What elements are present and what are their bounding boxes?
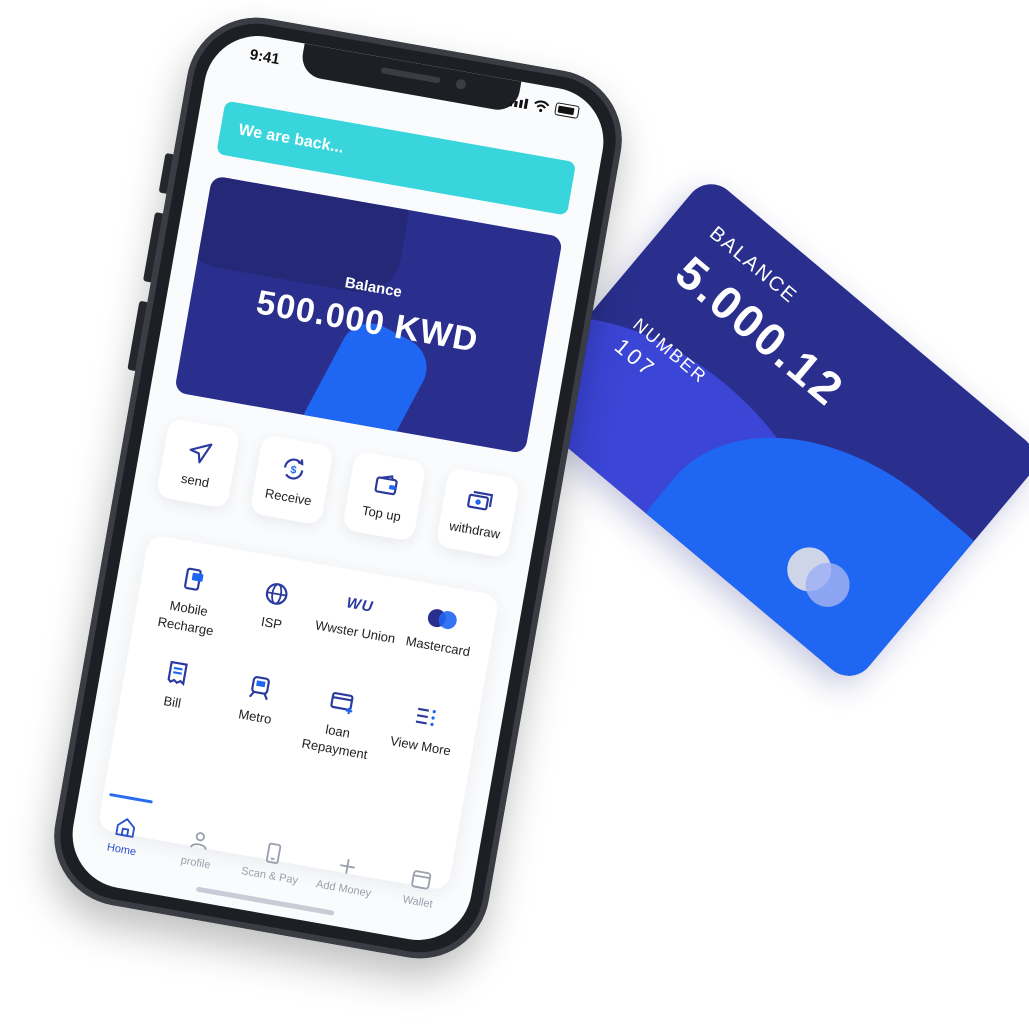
service-label: Mobile Recharge — [156, 597, 215, 638]
service-label: loan Repayment — [300, 721, 369, 762]
tab-home[interactable]: Home — [79, 783, 167, 894]
tab-label: Scan & Pay — [240, 865, 299, 887]
withdraw-label: withdraw — [448, 517, 502, 542]
home-icon — [114, 818, 135, 838]
phone-icon — [265, 842, 282, 864]
cash-icon — [467, 490, 494, 510]
wifi-icon — [534, 99, 550, 112]
signal-icon — [509, 96, 529, 109]
list-icon — [415, 707, 436, 727]
phone-mockup: 9:41 We are back... Balance 500.000 KWD … — [43, 6, 633, 970]
service-label: Wwster Union — [314, 617, 397, 647]
globe-icon — [265, 583, 288, 605]
app-screen: 9:41 We are back... Balance 500.000 KWD … — [64, 27, 612, 949]
service-metro[interactable]: Metro — [209, 668, 304, 751]
send-button[interactable]: send — [155, 417, 241, 509]
wallet-icon — [374, 474, 399, 495]
service-mastercard[interactable]: Mastercard — [391, 603, 486, 686]
services-grid: Mobile Recharge ISP WU Wwster Union Mast… — [126, 559, 485, 779]
service-label: ISP — [259, 613, 284, 633]
service-label: View More — [389, 733, 452, 759]
receive-label: Receive — [263, 485, 313, 508]
mobile-recharge-icon — [184, 567, 204, 591]
tab-wallet[interactable]: Wallet — [376, 835, 464, 946]
service-mobile-recharge[interactable]: Mobile Recharge — [143, 559, 238, 642]
withdraw-button[interactable]: withdraw — [435, 467, 521, 559]
card-add-icon — [330, 692, 354, 715]
tab-label: profile — [179, 854, 212, 872]
service-bill[interactable]: Bill — [126, 653, 221, 736]
battery-icon — [554, 102, 580, 120]
receive-icon: $ — [283, 457, 304, 479]
tab-add-money[interactable]: Add Money — [302, 822, 390, 933]
receipt-icon — [167, 660, 188, 687]
mastercard-logo — [426, 607, 459, 633]
tab-label: Home — [105, 841, 137, 859]
status-icons — [509, 94, 580, 120]
tab-label: Wallet — [401, 893, 434, 911]
service-label: Metro — [237, 706, 273, 727]
service-western-union[interactable]: WU Wwster Union — [308, 588, 403, 671]
plus-icon — [340, 859, 355, 874]
svg-text:$: $ — [289, 463, 297, 476]
tab-label: Add Money — [315, 878, 373, 900]
send-icon — [189, 443, 213, 463]
train-icon — [248, 676, 270, 701]
service-isp[interactable]: ISP — [226, 574, 321, 657]
service-label: Bill — [162, 693, 183, 711]
receive-button[interactable]: $ Receive — [248, 434, 334, 526]
western-union-logo: WU — [345, 594, 375, 616]
service-loan-repayment[interactable]: loan Repayment — [292, 682, 387, 765]
service-label: Mastercard — [404, 633, 472, 660]
balance-card[interactable]: Balance 500.000 KWD — [174, 175, 563, 454]
user-icon — [189, 832, 207, 850]
service-view-more[interactable]: View More — [375, 697, 470, 780]
wallet-icon — [411, 870, 432, 890]
top-up-button[interactable]: Top up — [342, 450, 427, 542]
top-up-label: Top up — [361, 502, 403, 524]
send-label: send — [180, 470, 211, 490]
status-time: 9:41 — [248, 46, 281, 69]
